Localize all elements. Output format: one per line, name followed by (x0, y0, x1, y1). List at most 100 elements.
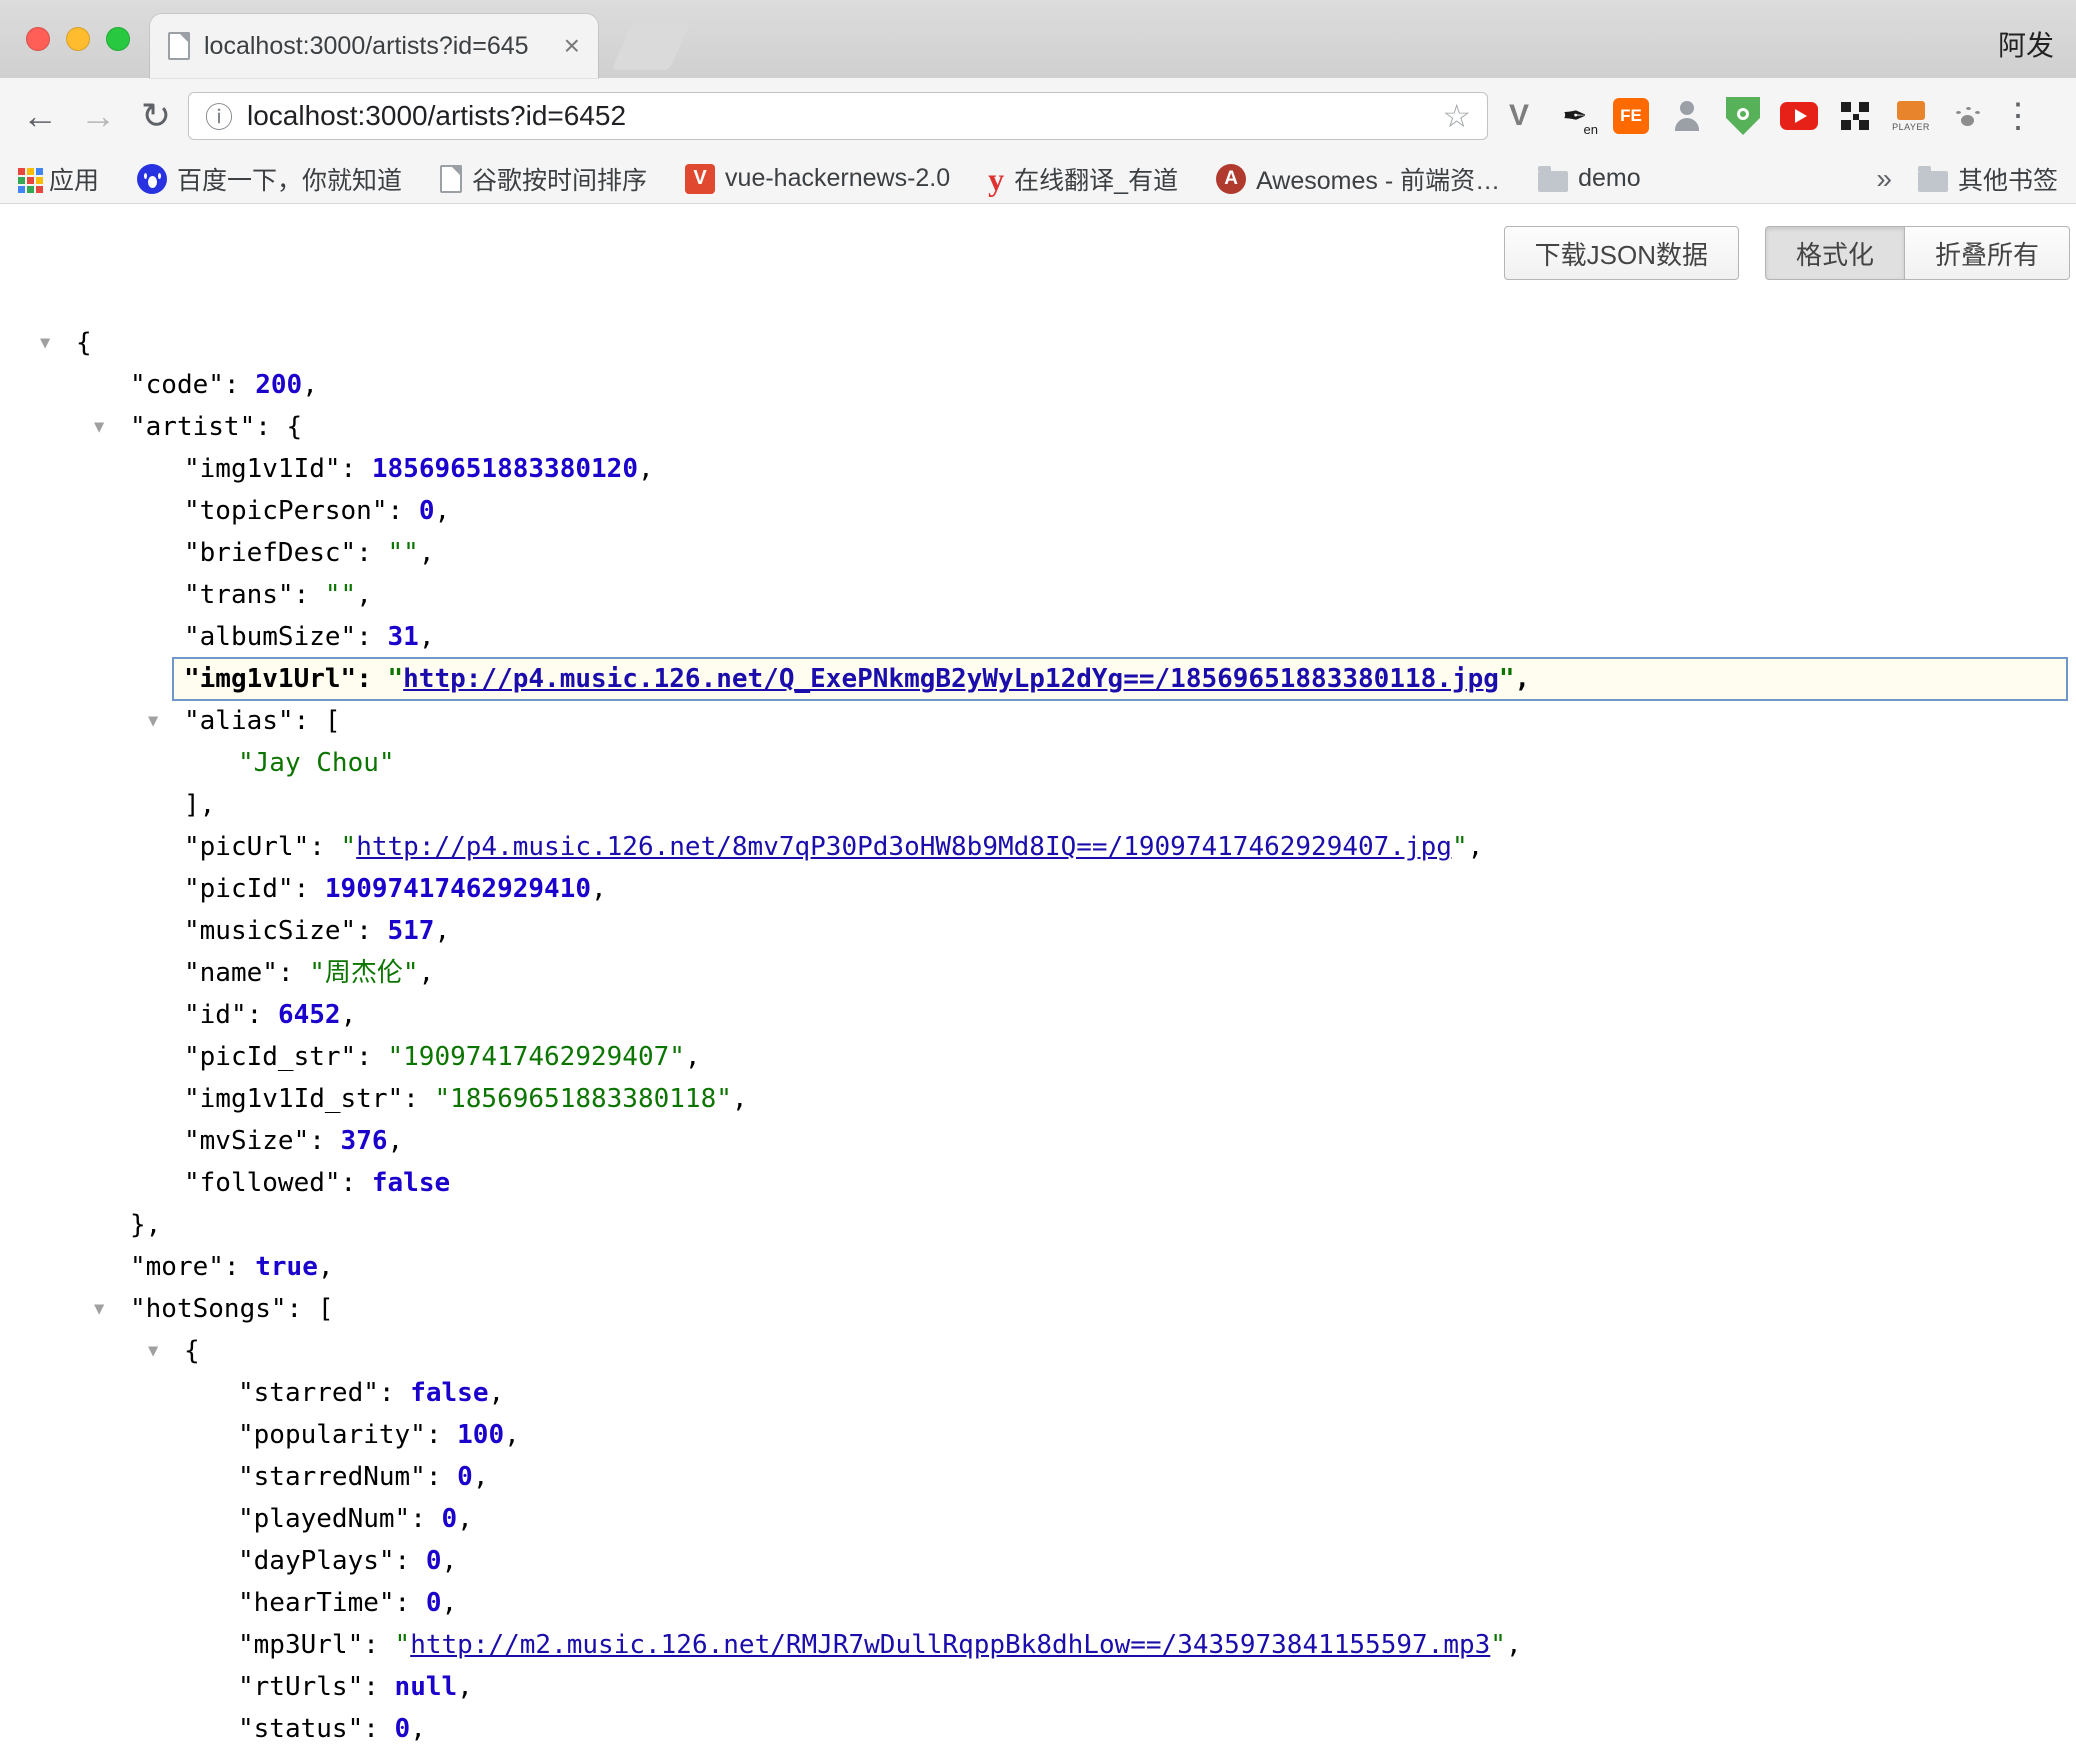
json-token: : (224, 370, 255, 400)
bookmark-demo-folder[interactable]: demo (1538, 164, 1641, 193)
back-icon[interactable]: ← (14, 98, 66, 134)
json-token: , (457, 1672, 473, 1702)
json-token: , (638, 454, 654, 484)
json-token: : (224, 1252, 255, 1282)
page-info-icon[interactable]: ⓘ (205, 96, 233, 136)
json-line: "picId_str": "19097417462929407", (0, 1036, 2076, 1078)
json-token: "hotSongs" (130, 1294, 287, 1324)
apps-shortcut[interactable]: 应用 (18, 161, 99, 197)
json-line: "hearTime": 0, (0, 1582, 2076, 1624)
youtube-icon[interactable] (1774, 91, 1824, 141)
json-token: , (388, 1126, 404, 1156)
json-url-link[interactable]: http://p4.music.126.net/8mv7qP30Pd3oHW8b… (356, 832, 1452, 862)
json-token: : (363, 1714, 394, 1744)
json-token: "briefDesc" (184, 538, 356, 568)
json-token: "周杰伦" (309, 958, 418, 988)
pen-translate-icon[interactable]: ✒ en (1550, 91, 1600, 141)
user-icon[interactable] (1662, 91, 1712, 141)
bookmarks-overflow-icon[interactable]: » (1876, 163, 1892, 195)
qrcode-icon[interactable] (1830, 91, 1880, 141)
shield-shape (1726, 97, 1760, 135)
collapse-toggle-icon[interactable]: ▼ (94, 1288, 104, 1330)
player-badge: PLAYER (1892, 122, 1930, 132)
json-line: "topicPerson": 0, (0, 490, 2076, 532)
json-token: , (442, 1588, 458, 1618)
awesomes-icon: A (1216, 164, 1246, 194)
other-bookmarks-label: 其他书签 (1958, 161, 2058, 197)
json-token: { (184, 1336, 200, 1366)
bookmark-label: 谷歌按时间排序 (472, 161, 647, 197)
json-token: : (403, 1084, 434, 1114)
collapse-all-button[interactable]: 折叠所有 (1905, 226, 2070, 280)
json-token: "dayPlays" (238, 1546, 395, 1576)
new-tab-button[interactable] (611, 22, 690, 70)
json-token: " (1490, 1630, 1506, 1660)
json-token: 6452 (278, 1000, 341, 1030)
fe-extension-icon[interactable]: FE (1606, 91, 1656, 141)
json-token: : (363, 1672, 394, 1702)
bookmark-star-icon[interactable]: ☆ (1442, 97, 1471, 135)
json-token: "18569651883380118" (434, 1084, 731, 1114)
other-bookmarks-folder[interactable]: 其他书签 (1918, 161, 2058, 197)
format-toggle-group: 格式化 折叠所有 (1765, 226, 2070, 280)
json-url-link[interactable]: http://p4.music.126.net/Q_ExePNkmgB2yWyL… (403, 664, 1499, 694)
json-tree: ▼{"code": 200,▼"artist": {"img1v1Id": 18… (0, 322, 2076, 1754)
browser-menu-icon[interactable]: ⋮ (1998, 96, 2038, 136)
collapse-toggle-icon[interactable]: ▼ (148, 1330, 158, 1372)
json-line: "id": 6452, (0, 994, 2076, 1036)
json-token: : (356, 916, 387, 946)
baidu-paw-icon (137, 164, 167, 194)
json-token: "" (388, 538, 419, 568)
shield-icon[interactable] (1718, 91, 1768, 141)
json-token: " (1499, 664, 1515, 694)
json-line: "name": "周杰伦", (0, 952, 2076, 994)
json-token: "img1v1Id_str" (184, 1084, 403, 1114)
tab-close-icon[interactable]: × (564, 32, 580, 60)
json-token: : [ (287, 1294, 334, 1324)
json-line: "dayPlays": 0, (0, 1540, 2076, 1582)
json-token: : (356, 538, 387, 568)
json-token: "Jay Chou" (238, 748, 395, 778)
collapse-toggle-icon[interactable]: ▼ (148, 700, 158, 742)
bookmark-google-sort[interactable]: 谷歌按时间排序 (440, 161, 647, 197)
json-token: : (294, 580, 325, 610)
json-token: false (410, 1378, 488, 1408)
vimium-icon[interactable]: V (1494, 91, 1544, 141)
close-window-button[interactable] (26, 27, 50, 51)
player-icon[interactable]: PLAYER (1886, 91, 1936, 141)
folder-icon (1918, 171, 1948, 192)
paw-icon[interactable] (1942, 91, 1992, 141)
json-line: "briefDesc": "", (0, 532, 2076, 574)
json-line: "status": 0, (0, 1708, 2076, 1750)
fullscreen-window-button[interactable] (106, 27, 130, 51)
bookmark-youdao-translate[interactable]: y 在线翻译_有道 (988, 161, 1178, 197)
reload-icon[interactable]: ↻ (130, 98, 182, 134)
bookmark-vue-hackernews[interactable]: V vue-hackernews-2.0 (685, 164, 950, 194)
json-token: false (372, 1168, 450, 1198)
minimize-window-button[interactable] (66, 27, 90, 51)
collapse-toggle-icon[interactable]: ▼ (40, 322, 50, 364)
download-json-button[interactable]: 下载JSON数据 (1504, 226, 1739, 280)
apps-label: 应用 (49, 161, 99, 197)
json-line: ▼{ (0, 1330, 2076, 1372)
json-line-highlighted: "img1v1Url": "http://p4.music.126.net/Q_… (0, 658, 2076, 700)
json-token: "rtUrls" (238, 1672, 363, 1702)
bookmark-awesomes[interactable]: A Awesomes - 前端资… (1216, 161, 1500, 197)
json-token: , (356, 580, 372, 610)
browser-tab[interactable]: localhost:3000/artists?id=645 × (150, 14, 598, 78)
address-bar[interactable]: ⓘ localhost:3000/artists?id=6452 ☆ (188, 92, 1488, 140)
json-token: "starredNum" (238, 1462, 426, 1492)
json-token: "albumSize" (184, 622, 356, 652)
url-text[interactable]: localhost:3000/artists?id=6452 (247, 100, 626, 132)
json-token: : (379, 1378, 410, 1408)
bookmark-baidu[interactable]: 百度一下，你就知道 (137, 161, 402, 197)
json-token: " (1452, 832, 1468, 862)
format-button[interactable]: 格式化 (1765, 226, 1905, 280)
json-url-link[interactable]: http://m2.music.126.net/RMJR7wDullRqppBk… (410, 1630, 1490, 1660)
collapse-toggle-icon[interactable]: ▼ (94, 406, 104, 448)
bookmark-label: 在线翻译_有道 (1014, 161, 1178, 197)
json-token: "trans" (184, 580, 294, 610)
json-token: "artist" (130, 412, 255, 442)
forward-icon[interactable]: → (72, 98, 124, 134)
json-token: , (442, 1546, 458, 1576)
